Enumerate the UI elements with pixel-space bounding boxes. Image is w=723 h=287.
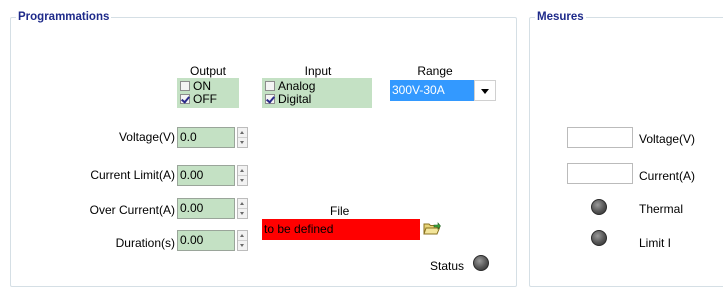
output-off-label: OFF bbox=[193, 92, 217, 106]
limit-label: Limit I bbox=[639, 236, 672, 250]
input-digital-label: Digital bbox=[278, 92, 312, 106]
over-current-label: Over Current(A) bbox=[89, 203, 175, 217]
chevron-down-icon[interactable] bbox=[474, 80, 496, 101]
mesures-title: Mesures bbox=[535, 10, 586, 24]
mesures-group: Mesures bbox=[529, 10, 723, 287]
open-folder-icon[interactable] bbox=[423, 221, 441, 236]
output-off-checkbox[interactable]: OFF bbox=[180, 93, 217, 106]
spin-up-icon[interactable] bbox=[238, 231, 247, 241]
range-selected-value[interactable]: 300V-30A bbox=[390, 80, 474, 101]
file-label: File bbox=[330, 204, 350, 218]
spin-up-icon[interactable] bbox=[238, 199, 247, 209]
spin-down-icon[interactable] bbox=[238, 209, 247, 218]
output-on-label: ON bbox=[193, 79, 211, 93]
over-current-input[interactable]: 0.00 bbox=[177, 198, 235, 219]
file-path-field[interactable]: to be defined bbox=[262, 219, 420, 240]
voltage-spinner[interactable] bbox=[237, 127, 248, 148]
over-current-spinner[interactable] bbox=[237, 198, 248, 219]
input-digital-box[interactable] bbox=[265, 94, 275, 104]
input-options: Analog Digital bbox=[262, 78, 372, 108]
status-label: Status bbox=[430, 259, 465, 273]
output-off-box[interactable] bbox=[180, 94, 190, 104]
limit-led-icon bbox=[591, 230, 607, 246]
duration-label: Duration(s) bbox=[115, 236, 175, 250]
duration-spinner[interactable] bbox=[237, 230, 248, 251]
programmations-group: Programmations bbox=[10, 10, 517, 287]
range-header: Range bbox=[417, 64, 453, 78]
thermal-label: Thermal bbox=[639, 202, 684, 216]
spin-down-icon[interactable] bbox=[238, 241, 247, 250]
range-select[interactable]: 300V-30A bbox=[390, 80, 505, 101]
output-on-box[interactable] bbox=[180, 81, 190, 91]
current-limit-label: Current Limit(A) bbox=[90, 168, 175, 182]
spin-down-icon[interactable] bbox=[238, 138, 247, 147]
thermal-led-icon bbox=[591, 199, 607, 215]
input-analog-label: Analog bbox=[278, 79, 316, 93]
voltage-readout bbox=[567, 127, 633, 148]
input-header: Input bbox=[304, 64, 332, 78]
voltage-input[interactable]: 0.0 bbox=[177, 127, 235, 148]
input-digital-checkbox[interactable]: Digital bbox=[265, 93, 311, 106]
output-options: ON OFF bbox=[177, 78, 239, 108]
spin-up-icon[interactable] bbox=[238, 166, 247, 176]
spin-up-icon[interactable] bbox=[238, 128, 247, 138]
current-limit-input[interactable]: 0.00 bbox=[177, 165, 235, 186]
current-readout-label: Current(A) bbox=[639, 169, 696, 183]
current-limit-spinner[interactable] bbox=[237, 165, 248, 186]
spin-down-icon[interactable] bbox=[238, 176, 247, 185]
output-header: Output bbox=[189, 64, 227, 78]
duration-input[interactable]: 0.00 bbox=[177, 230, 235, 251]
programmations-title: Programmations bbox=[16, 10, 112, 24]
current-readout bbox=[567, 163, 633, 184]
voltage-readout-label: Voltage(V) bbox=[639, 132, 696, 146]
voltage-label: Voltage(V) bbox=[118, 130, 175, 144]
input-analog-box[interactable] bbox=[265, 81, 275, 91]
status-led-icon bbox=[473, 255, 489, 271]
